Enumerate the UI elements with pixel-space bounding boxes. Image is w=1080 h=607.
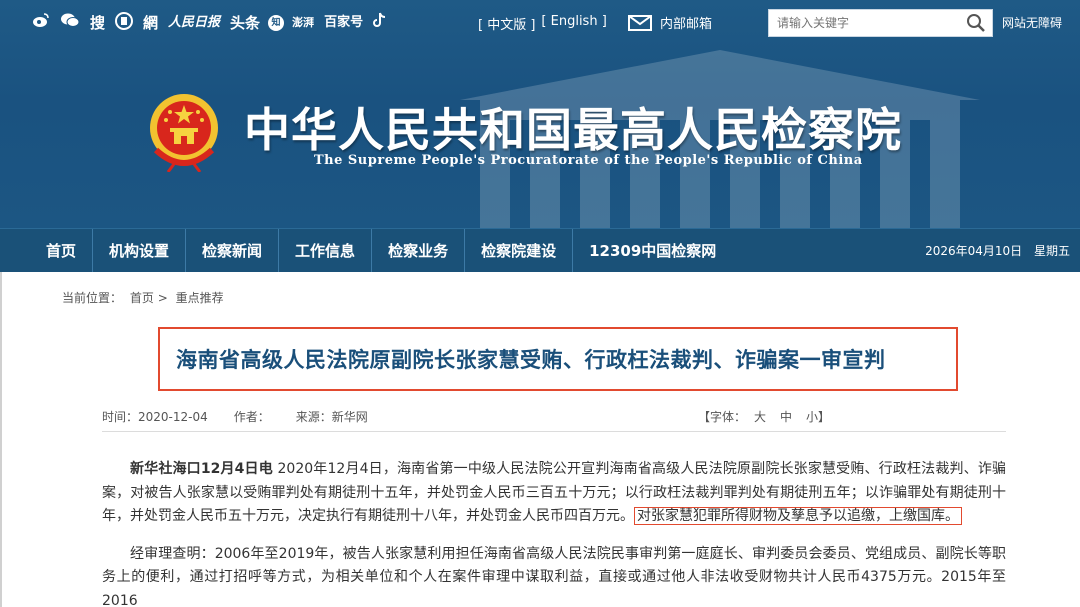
font-size-medium[interactable]: 中 bbox=[780, 410, 792, 424]
sohu-icon[interactable]: 搜 bbox=[88, 12, 107, 34]
weibo-icon[interactable] bbox=[30, 12, 52, 34]
mail-icon bbox=[628, 14, 652, 31]
font-size-large[interactable]: 大 bbox=[754, 410, 766, 424]
site-title: 中华人民共和国最高人民检察院 bbox=[244, 103, 902, 157]
author: 作者： bbox=[233, 410, 270, 424]
mail-label: 内部邮箱 bbox=[660, 17, 713, 32]
dateline: 新华社海口12月4日电 bbox=[130, 461, 273, 477]
accessibility-link[interactable]: 网站无障碍 bbox=[1002, 14, 1062, 31]
article-title-highlight: 海南省高级人民法院原副院长张家慧受贿、行政枉法裁判、诈骗案一审宣判 bbox=[158, 327, 958, 391]
highlighted-sentence: 对张家慧犯罪所得财物及孳息予以追缴，上缴国库。 bbox=[634, 507, 962, 525]
article-body: 新华社海口12月4日电 2020年12月4日，海南省第一中级人民法院公开宣判海南… bbox=[102, 458, 1006, 607]
breadcrumb-separator: > bbox=[157, 291, 168, 305]
font-size-label: 【字体： bbox=[698, 410, 747, 424]
nav-item-news[interactable]: 检察新闻 bbox=[186, 229, 280, 273]
nav-item-home[interactable]: 首页 bbox=[30, 229, 94, 273]
internal-mail-link[interactable]: 内部邮箱 bbox=[628, 13, 712, 32]
app-icon[interactable] bbox=[113, 12, 135, 34]
breadcrumb-home-link[interactable]: 首页 bbox=[130, 291, 154, 305]
site-subtitle: The Supreme People's Procuratorate of th… bbox=[314, 153, 863, 168]
breadcrumb-label: 当前位置： bbox=[62, 291, 123, 305]
nav-item-12309[interactable]: 12309中国检察网 bbox=[573, 229, 732, 273]
main-content: 当前位置： 首页 > 重点推荐 海南省高级人民法院原副院长张家慧受贿、行政枉法裁… bbox=[0, 272, 1080, 607]
lang-chinese-link[interactable]: [ 中文版 ] bbox=[478, 14, 535, 33]
top-bar: 搜 網 人民日报 头条 知 澎湃 百家号 [ 中文版 ] [ English ]… bbox=[0, 0, 1080, 46]
breadcrumb: 当前位置： 首页 > 重点推荐 bbox=[62, 289, 224, 306]
nav-item-construction[interactable]: 检察院建设 bbox=[465, 229, 574, 273]
source: 来源：新华网 bbox=[295, 410, 368, 424]
national-emblem-icon bbox=[150, 94, 218, 172]
font-size-controls: 【字体： 大中小】 bbox=[698, 408, 830, 425]
baijiahao-icon[interactable]: 百家号 bbox=[322, 12, 365, 34]
zhihu-icon[interactable]: 知 bbox=[268, 15, 285, 31]
publish-time: 时间：2020-12-04 bbox=[102, 410, 208, 424]
main-nav: 首页 机构设置 检察新闻 工作信息 检察业务 检察院建设 12309中国检察网 … bbox=[0, 228, 1080, 273]
lang-english-link[interactable]: [ English ] bbox=[541, 14, 606, 33]
breadcrumb-current-link[interactable]: 重点推荐 bbox=[176, 291, 224, 305]
weekday-text: 星期五 bbox=[1033, 244, 1070, 258]
wechat-icon[interactable] bbox=[58, 12, 82, 34]
article-title: 海南省高级人民法院原副院长张家慧受贿、行政枉法裁判、诈骗案一审宣判 bbox=[176, 347, 886, 372]
tiktok-icon[interactable] bbox=[371, 12, 389, 34]
date-text: 2026年04月10日 bbox=[925, 244, 1023, 258]
nav-item-organization[interactable]: 机构设置 bbox=[93, 229, 187, 273]
nav-item-business[interactable]: 检察业务 bbox=[372, 229, 466, 273]
peoples-daily-icon[interactable]: 人民日报 bbox=[166, 12, 222, 34]
netease-icon[interactable]: 網 bbox=[141, 12, 160, 34]
search-icon[interactable] bbox=[966, 13, 986, 33]
social-links: 搜 網 人民日报 头条 知 澎湃 百家号 bbox=[30, 12, 389, 34]
article-paragraph-2: 经审理查明：2006年至2019年，被告人张家慧利用担任海南省高级人民法院民事审… bbox=[102, 545, 1006, 607]
search-input[interactable] bbox=[769, 10, 959, 36]
nav-item-work-info[interactable]: 工作信息 bbox=[279, 229, 373, 273]
article-paragraph-1: 新华社海口12月4日电 2020年12月4日，海南省第一中级人民法院公开宣判海南… bbox=[102, 458, 1006, 529]
site-header: 搜 網 人民日报 头条 知 澎湃 百家号 [ 中文版 ] [ English ]… bbox=[0, 0, 1080, 228]
current-date: 2026年04月10日 星期五 bbox=[917, 229, 1070, 273]
font-size-small[interactable]: 小】 bbox=[806, 410, 830, 424]
language-switch: [ 中文版 ] [ English ] bbox=[478, 14, 607, 33]
search-box bbox=[768, 9, 993, 37]
pengpai-icon[interactable]: 澎湃 bbox=[290, 12, 316, 34]
toutiao-icon[interactable]: 头条 bbox=[228, 12, 262, 34]
article-meta: 时间：2020-12-04 作者： 来源：新华网 【字体： 大中小】 bbox=[102, 408, 1006, 432]
